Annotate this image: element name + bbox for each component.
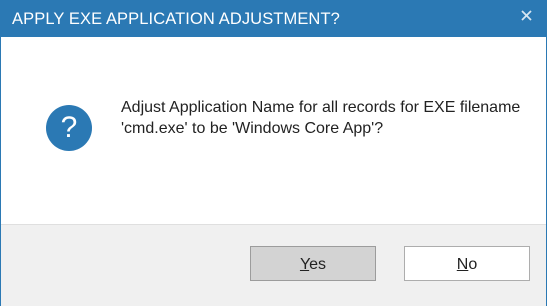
close-button[interactable] — [512, 3, 542, 33]
no-label-rest: o — [468, 256, 478, 273]
yes-button[interactable]: Yes — [250, 246, 376, 281]
dialog-titlebar[interactable]: APPLY EXE APPLICATION ADJUSTMENT? — [1, 1, 546, 37]
close-icon — [521, 10, 532, 21]
no-access-key: N — [456, 256, 469, 273]
dialog-message: Adjust Application Name for all records … — [121, 99, 521, 137]
svg-text:?: ? — [61, 111, 78, 144]
no-button[interactable]: No — [404, 246, 530, 281]
dialog-title: APPLY EXE APPLICATION ADJUSTMENT? — [12, 10, 340, 28]
yes-label-rest: es — [309, 256, 327, 273]
dialog-body: ? Adjust Application Name for all record… — [1, 37, 546, 224]
question-icon: ? — [46, 105, 92, 151]
yes-access-key: Y — [299, 256, 310, 273]
dialog-footer: Yes No — [1, 224, 546, 306]
confirm-dialog: APPLY EXE APPLICATION ADJUSTMENT? ? Adju… — [0, 0, 547, 306]
